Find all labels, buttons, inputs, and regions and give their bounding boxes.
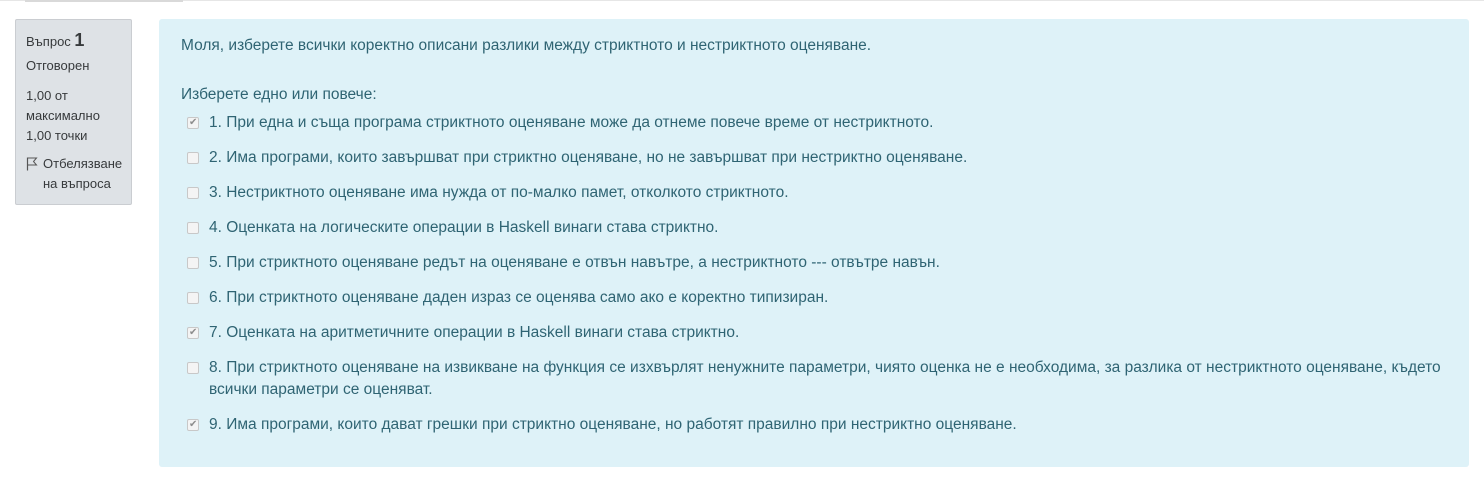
question-grade: 1,00 от максимално 1,00 точки bbox=[26, 86, 131, 146]
answer-option[interactable]: 3. Нестриктното оценяване има нужда от п… bbox=[181, 182, 1447, 204]
answer-option[interactable]: 7. Оценката на аритметичните операции в … bbox=[181, 322, 1447, 344]
answer-checkbox[interactable] bbox=[187, 362, 199, 374]
answer-label: 9. Има програми, които дават грешки при … bbox=[209, 416, 1017, 433]
question-text: Моля, изберете всички коректно описани р… bbox=[181, 37, 872, 54]
answer-checkbox[interactable] bbox=[187, 419, 199, 431]
question-label: Въпрос bbox=[26, 34, 71, 49]
top-divider-accent bbox=[25, 0, 183, 2]
flag-question-link[interactable]: Отбелязване на въпроса bbox=[26, 154, 131, 194]
grade-line-2: максимално bbox=[26, 108, 100, 123]
answer-label: 2. Има програми, които завършват при стр… bbox=[209, 149, 968, 166]
answer-checkbox[interactable] bbox=[187, 152, 199, 164]
answer-option[interactable]: 1. При една и съща програма стриктното о… bbox=[181, 112, 1447, 134]
answer-label: 8. При стриктното оценяване на извикване… bbox=[209, 359, 1441, 398]
answer-prompt: Изберете едно или повече: bbox=[181, 86, 377, 103]
answer-checkbox[interactable] bbox=[187, 257, 199, 269]
flag-icon bbox=[26, 157, 38, 171]
grade-line-1: 1,00 от bbox=[26, 88, 68, 103]
question-number-value: 1 bbox=[74, 30, 85, 50]
answer-option[interactable]: 2. Има програми, които завършват при стр… bbox=[181, 147, 1447, 169]
answer-label: 1. При една и съща програма стриктното о… bbox=[209, 114, 934, 131]
answer-checkbox[interactable] bbox=[187, 327, 199, 339]
answer-option[interactable]: 6. При стриктното оценяване даден израз … bbox=[181, 287, 1447, 309]
answer-list: 1. При една и съща програма стриктното о… bbox=[181, 112, 1447, 436]
flag-label-line-1: Отбелязване bbox=[43, 156, 123, 171]
top-divider bbox=[0, 0, 1484, 1]
answer-option[interactable]: 5. При стриктното оценяване редът на оце… bbox=[181, 252, 1447, 274]
answer-checkbox[interactable] bbox=[187, 292, 199, 304]
answer-option[interactable]: 9. Има програми, които дават грешки при … bbox=[181, 414, 1447, 436]
answer-checkbox[interactable] bbox=[187, 117, 199, 129]
answer-option[interactable]: 8. При стриктното оценяване на извикване… bbox=[181, 357, 1447, 401]
answer-checkbox[interactable] bbox=[187, 187, 199, 199]
answer-label: 6. При стриктното оценяване даден израз … bbox=[209, 289, 829, 306]
answer-label: 4. Оценката на логическите операции в Ha… bbox=[209, 219, 719, 236]
question-state: Отговорен bbox=[26, 58, 90, 73]
answer-label: 3. Нестриктното оценяване има нужда от п… bbox=[209, 184, 789, 201]
answer-checkbox[interactable] bbox=[187, 222, 199, 234]
question-content: Моля, изберете всички коректно описани р… bbox=[159, 19, 1469, 467]
flag-label: Отбелязване на въпроса bbox=[43, 154, 122, 194]
grade-line-3: 1,00 точки bbox=[26, 128, 88, 143]
answer-option[interactable]: 4. Оценката на логическите операции в Ha… bbox=[181, 217, 1447, 239]
question-info-panel: Въпрос 1 Отговорен 1,00 от максимално 1,… bbox=[15, 19, 132, 205]
flag-label-line-2: на въпроса bbox=[43, 176, 111, 191]
answer-label: 5. При стриктното оценяване редът на оце… bbox=[209, 254, 940, 271]
answer-label: 7. Оценката на аритметичните операции в … bbox=[209, 324, 740, 341]
question-number: Въпрос 1 bbox=[26, 30, 131, 51]
